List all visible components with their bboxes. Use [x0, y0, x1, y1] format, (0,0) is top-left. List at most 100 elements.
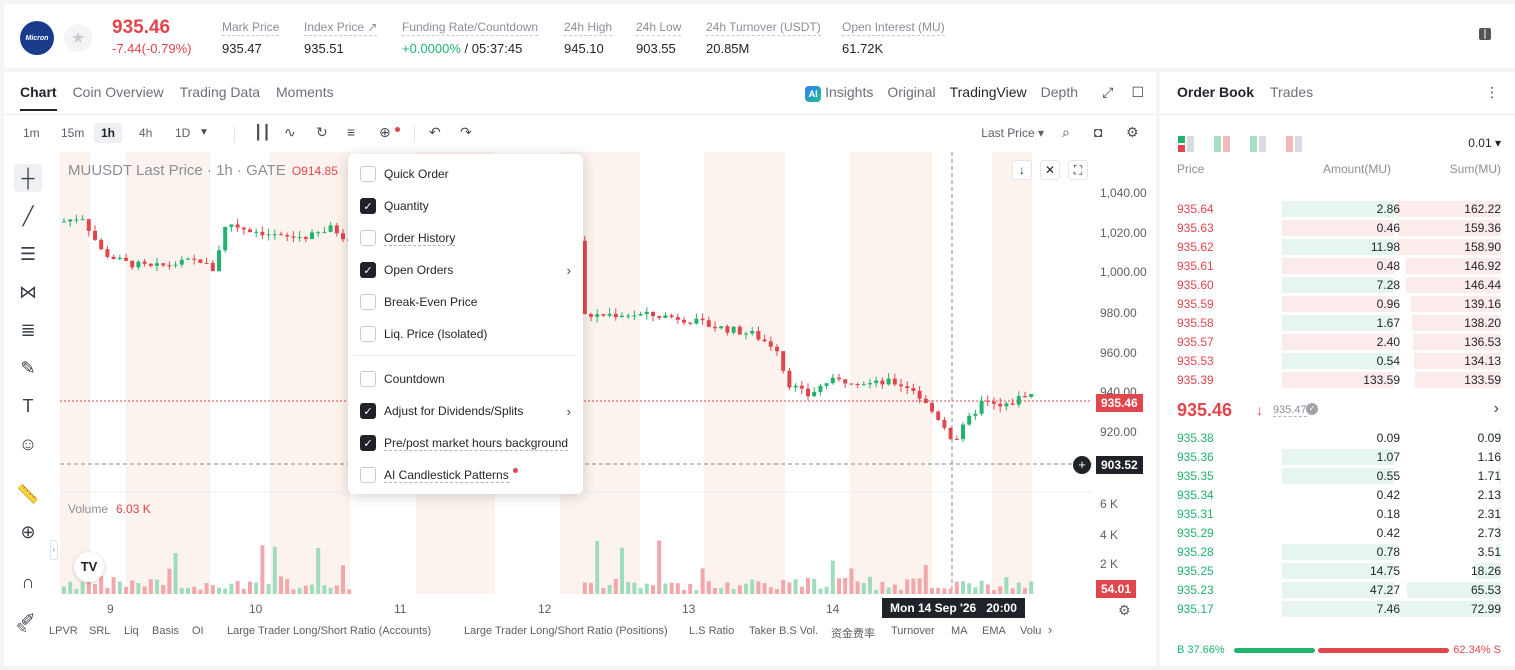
bid-row[interactable]: 935.17 7.46 72.99 [1160, 600, 1515, 618]
bid-row[interactable]: 935.36 1.07 1.16 [1160, 448, 1515, 466]
tab-tradingview[interactable]: TradingView [950, 84, 1027, 102]
indicator-ltlsr-accounts[interactable]: Large Trader Long/Short Ratio (Accounts) [227, 625, 431, 637]
indicator-volume[interactable]: Volu [1020, 625, 1041, 637]
book-icon[interactable] [1477, 26, 1497, 46]
menu-item-order-history[interactable]: Order History [360, 230, 456, 246]
row-price[interactable]: 935.38 [1177, 431, 1214, 445]
timeframe-1d[interactable]: 1D [168, 123, 197, 143]
ask-row[interactable]: 935.39 133.59 133.59 [1160, 371, 1515, 389]
menu-item-prepost-background[interactable]: ✓ Pre/post market hours background [360, 435, 569, 451]
gear-icon[interactable]: ⚙ [1126, 124, 1139, 141]
tab-trades[interactable]: Trades [1270, 84, 1313, 100]
pattern-tool-icon[interactable]: ⋈ [14, 278, 42, 306]
book-mode-bids-icon[interactable] [1214, 136, 1230, 152]
checkbox[interactable] [360, 467, 376, 483]
parallel-lines-tool-icon[interactable]: ☰ [14, 240, 42, 268]
book-mode-asks-icon[interactable] [1286, 136, 1302, 152]
ask-row[interactable]: 935.61 0.48 146.92 [1160, 257, 1515, 275]
row-price[interactable]: 935.53 [1177, 354, 1214, 368]
indicator-taker-vol[interactable]: Taker B.S Vol. [749, 625, 818, 637]
tab-insights[interactable]: AI Insights [805, 84, 873, 102]
bid-row[interactable]: 935.34 0.42 2.13 [1160, 486, 1515, 504]
indicator-basis[interactable]: Basis [152, 625, 179, 637]
expand-icon[interactable]: ⤢ [1102, 84, 1113, 101]
edit-indicators-icon[interactable]: ✎ [16, 620, 28, 637]
checkbox-checked-icon[interactable]: ✓ [360, 198, 376, 214]
redo-icon[interactable]: ↷ [460, 124, 472, 141]
bid-row[interactable]: 935.29 0.42 2.73 [1160, 524, 1515, 542]
indicator-lpvr[interactable]: LPVR [49, 625, 78, 637]
indicators-icon[interactable]: ∿ [284, 124, 296, 141]
window-icon[interactable]: ☐ [1131, 84, 1144, 101]
ask-row[interactable]: 935.57 2.40 136.53 [1160, 333, 1515, 351]
undo-icon[interactable]: ↶ [429, 124, 441, 141]
row-price[interactable]: 935.25 [1177, 564, 1214, 578]
indicator-ma[interactable]: MA [951, 625, 968, 637]
favorite-star-icon[interactable]: ★ [64, 24, 92, 52]
menu-item-open-orders[interactable]: ✓ Open Orders › [360, 262, 571, 278]
indicator-ltlsr-positions[interactable]: Large Trader Long/Short Ratio (Positions… [464, 625, 668, 637]
row-price[interactable]: 935.23 [1177, 583, 1214, 597]
checkbox[interactable] [360, 230, 376, 246]
magnet-tool-icon[interactable]: ∩ [14, 568, 42, 596]
tab-chart[interactable]: Chart [20, 84, 57, 111]
tab-trading-data[interactable]: Trading Data [180, 84, 260, 111]
menu-item-quick-order[interactable]: Quick Order [360, 166, 449, 182]
row-price[interactable]: 935.58 [1177, 316, 1214, 330]
ask-row[interactable]: 935.53 0.54 134.13 [1160, 352, 1515, 370]
indicator-liq[interactable]: Liq [124, 625, 139, 637]
checkbox-checked-icon[interactable]: ✓ [360, 435, 376, 451]
fullscreen-icon[interactable]: ⛶ [1068, 160, 1088, 180]
timeframe-1h[interactable]: 1h [94, 123, 123, 143]
scroll-right-icon[interactable]: › [1048, 622, 1052, 637]
row-price[interactable]: 935.64 [1177, 202, 1214, 216]
checkbox[interactable] [360, 326, 376, 342]
replay-icon[interactable]: ↻ [316, 124, 328, 141]
menu-item-ai-candlestick[interactable]: AI Candlestick Patterns [360, 467, 518, 483]
bid-row[interactable]: 935.31 0.18 2.31 [1160, 505, 1515, 523]
ask-row[interactable]: 935.60 7.28 146.44 [1160, 276, 1515, 294]
more-options-icon[interactable]: ⋮ [1485, 84, 1499, 101]
ask-row[interactable]: 935.63 0.46 159.36 [1160, 219, 1515, 237]
book-mode-both-icon[interactable] [1178, 136, 1194, 152]
tab-order-book[interactable]: Order Book [1177, 84, 1254, 100]
row-price[interactable]: 935.36 [1177, 450, 1214, 464]
price-source-select[interactable]: Last Price ▾ [981, 126, 1044, 140]
scroll-down-icon[interactable]: ↓ [1012, 160, 1032, 180]
checkbox[interactable] [360, 294, 376, 310]
indicator-oi[interactable]: OI [192, 625, 204, 637]
menu-item-countdown[interactable]: Countdown [360, 371, 445, 387]
brush-tool-icon[interactable]: ✎ [14, 354, 42, 382]
crosshair-tool-icon[interactable]: ┼ [14, 164, 42, 192]
collapse-icon[interactable]: ✕ [1040, 160, 1060, 180]
row-price[interactable]: 935.63 [1177, 221, 1214, 235]
indicator-turnover[interactable]: Turnover [891, 625, 935, 637]
row-price[interactable]: 935.57 [1177, 335, 1214, 349]
row-price[interactable]: 935.31 [1177, 507, 1214, 521]
checkbox-checked-icon[interactable]: ✓ [360, 403, 376, 419]
fib-tool-icon[interactable]: ≣ [14, 316, 42, 344]
indicator-ema[interactable]: EMA [982, 625, 1006, 637]
bid-row[interactable]: 935.23 47.27 65.53 [1160, 581, 1515, 599]
zoom-in-tool-icon[interactable]: ⊕ [14, 518, 42, 546]
indicator-srl[interactable]: SRL [89, 625, 110, 637]
row-price[interactable]: 935.28 [1177, 545, 1214, 559]
tab-moments[interactable]: Moments [276, 84, 334, 111]
precision-select[interactable]: 0.01 ▾ [1468, 136, 1501, 150]
tradingview-logo-icon[interactable]: TV [74, 552, 104, 582]
menu-item-quantity[interactable]: ✓ Quantity [360, 198, 429, 214]
menu-item-liq-price[interactable]: Liq. Price (Isolated) [360, 326, 487, 342]
timeframe-1m[interactable]: 1m [16, 123, 47, 143]
ask-row[interactable]: 935.59 0.96 139.16 [1160, 295, 1515, 313]
camera-icon[interactable]: ◘ [1094, 124, 1102, 140]
text-tool-icon[interactable]: T [14, 392, 42, 420]
timeframe-dropdown-icon[interactable]: ▼ [199, 127, 209, 138]
chart-settings-icon[interactable]: ⚙ [1118, 602, 1131, 619]
stat-index-price[interactable]: Index Price ↗ 935.51 [304, 18, 378, 56]
candle-type-icon[interactable]: ┃┃ [254, 124, 271, 141]
row-price[interactable]: 935.39 [1177, 373, 1214, 387]
bid-row[interactable]: 935.25 14.75 18.26 [1160, 562, 1515, 580]
timeframe-15m[interactable]: 15m [54, 123, 91, 143]
menu-item-adjust-dividends[interactable]: ✓ Adjust for Dividends/Splits › [360, 403, 571, 419]
ask-row[interactable]: 935.64 2.86 162.22 [1160, 200, 1515, 218]
